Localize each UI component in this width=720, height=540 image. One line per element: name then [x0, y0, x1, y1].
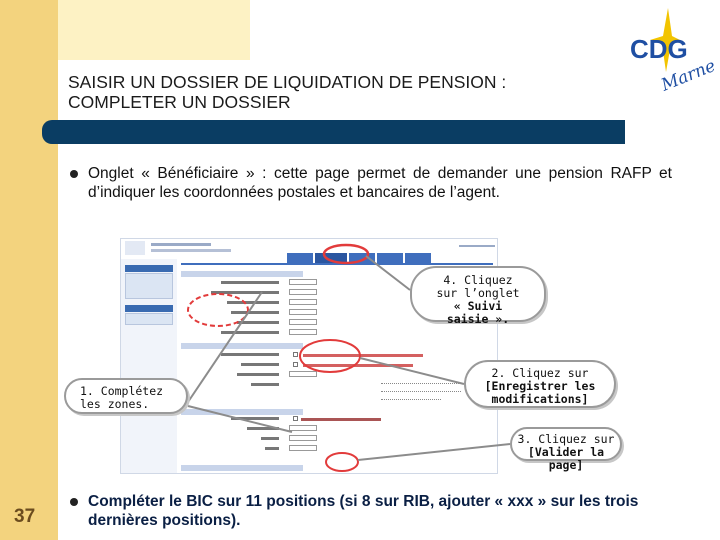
app-header-line	[459, 245, 495, 247]
left-decor-bar	[0, 0, 58, 540]
sidebar-heading	[125, 305, 173, 312]
form-field[interactable]	[289, 289, 317, 295]
slide-title: SAISIR UN DOSSIER DE LIQUIDATION DE PENS…	[68, 72, 608, 112]
form-section-header	[181, 409, 303, 415]
app-tab-beneficiaire[interactable]	[315, 253, 347, 263]
form-field[interactable]	[289, 279, 317, 285]
form-field[interactable]	[289, 299, 317, 305]
form-label	[227, 301, 279, 304]
cdg-marne-logo: CDG Marne	[630, 8, 715, 96]
bullet-dot-1	[70, 170, 78, 178]
app-sidebar	[121, 259, 177, 473]
app-header-line	[151, 243, 211, 246]
form-warning-text	[303, 364, 413, 367]
app-logo-icon	[125, 241, 145, 255]
callout-step-4-line4: saisie ».	[446, 312, 510, 326]
title-underline-bar	[42, 120, 625, 144]
form-warning-text	[303, 354, 423, 357]
form-label	[247, 427, 279, 430]
form-field[interactable]	[289, 445, 317, 451]
form-label	[261, 437, 279, 440]
form-field[interactable]	[289, 435, 317, 441]
sidebar-heading	[125, 265, 173, 272]
app-tab-underline	[181, 263, 493, 265]
form-field[interactable]	[289, 319, 317, 325]
form-dotted-line	[381, 391, 461, 393]
top-decor-band	[58, 0, 250, 60]
app-tab[interactable]	[405, 253, 431, 263]
form-label	[237, 321, 279, 324]
form-checkbox[interactable]	[293, 362, 298, 367]
form-dotted-line	[381, 383, 461, 385]
bullet-text-2: Compléter le BIC sur 11 positions (si 8 …	[88, 493, 639, 529]
form-section-header	[181, 343, 303, 349]
title-line-1: SAISIR UN DOSSIER DE LIQUIDATION DE PENS…	[68, 72, 507, 92]
form-field[interactable]	[289, 309, 317, 315]
form-section-header	[181, 465, 303, 471]
form-label	[231, 417, 279, 420]
app-tab[interactable]	[349, 253, 375, 263]
form-field[interactable]	[289, 329, 317, 335]
form-label	[241, 363, 279, 366]
logo-text-main: CDG	[630, 34, 688, 64]
form-label	[221, 281, 279, 284]
bullet-text-1: Onglet « Bénéficiaire » : cette page per…	[88, 165, 672, 201]
form-dotted-line	[381, 399, 441, 401]
form-label	[221, 353, 279, 356]
callout-step-3-line2: [Valider la page]	[527, 445, 605, 472]
sidebar-menu-block[interactable]	[125, 313, 173, 325]
form-label	[301, 418, 381, 421]
callout-step-2-line3: modifications]	[491, 392, 589, 406]
form-section-header	[181, 271, 303, 277]
form-label	[251, 383, 279, 386]
callout-step-1: 1. Complétez les zones.	[64, 378, 188, 414]
form-field[interactable]	[289, 371, 317, 377]
title-line-2: COMPLETER UN DOSSIER	[68, 92, 291, 112]
app-tab[interactable]	[287, 253, 313, 263]
callout-step-2: 2. Cliquez sur [Enregistrer les modifica…	[464, 360, 616, 408]
app-tab-strip	[287, 253, 431, 263]
callout-step-3: 3. Cliquez sur [Valider la page]	[510, 427, 622, 472]
bullet-dot-2	[70, 498, 78, 506]
form-field[interactable]	[289, 425, 317, 431]
form-label	[237, 373, 279, 376]
app-tab[interactable]	[377, 253, 403, 263]
app-header-line	[151, 249, 231, 252]
callout-step-4: 4. Cliquez sur l’onglet « Suivi saisie »…	[410, 266, 546, 326]
form-label	[265, 447, 279, 450]
sidebar-menu-block[interactable]	[125, 273, 173, 299]
form-label	[221, 331, 279, 334]
form-label	[231, 311, 279, 314]
form-checkbox[interactable]	[293, 352, 298, 357]
page-number: 37	[14, 506, 36, 527]
callout-step-1-line2: les zones.	[80, 397, 150, 411]
form-checkbox[interactable]	[293, 416, 298, 421]
form-label	[211, 291, 279, 294]
